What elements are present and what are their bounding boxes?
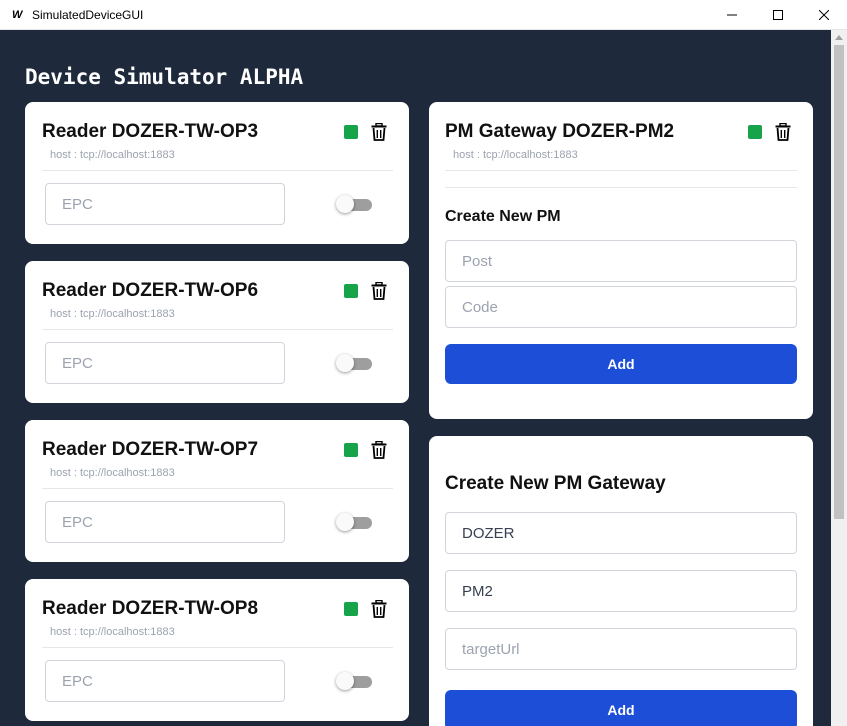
reader-toggle[interactable] bbox=[336, 672, 372, 690]
trash-icon[interactable] bbox=[371, 441, 387, 459]
reader-card: Reader DOZER-TW-OP8 host : tcp://localho… bbox=[25, 579, 409, 721]
reader-card: Reader DOZER-TW-OP6 host : tcp://localho… bbox=[25, 261, 409, 403]
reader-host: host : tcp://localhost:1883 bbox=[50, 149, 175, 161]
scroll-up-icon[interactable] bbox=[835, 35, 843, 40]
close-button[interactable] bbox=[801, 0, 847, 30]
vertical-scrollbar[interactable] bbox=[831, 30, 847, 726]
window-title: SimulatedDeviceGUI bbox=[32, 7, 144, 22]
reader-name: Reader DOZER-TW-OP6 bbox=[42, 280, 259, 301]
divider bbox=[42, 488, 393, 489]
app-logo-icon: W bbox=[12, 8, 23, 21]
close-icon bbox=[819, 10, 829, 20]
add-pm-button[interactable]: Add bbox=[445, 344, 797, 384]
post-input[interactable] bbox=[445, 240, 797, 282]
create-pm-title: Create New PM bbox=[445, 208, 561, 225]
status-indicator bbox=[344, 443, 358, 457]
maximize-button[interactable] bbox=[755, 0, 801, 30]
reader-host: host : tcp://localhost:1883 bbox=[50, 626, 175, 638]
status-indicator bbox=[748, 125, 762, 139]
minimize-icon bbox=[727, 14, 737, 16]
window-controls bbox=[709, 0, 847, 30]
gateway-name-input[interactable] bbox=[445, 570, 797, 612]
app-content: Device Simulator ALPHA Reader DOZER-TW-O… bbox=[0, 30, 831, 726]
reader-name: Reader DOZER-TW-OP8 bbox=[42, 598, 259, 619]
divider bbox=[445, 170, 797, 171]
scrollbar-thumb[interactable] bbox=[834, 45, 844, 519]
add-gateway-button[interactable]: Add bbox=[445, 690, 797, 726]
trash-icon[interactable] bbox=[371, 600, 387, 618]
status-indicator bbox=[344, 125, 358, 139]
create-gateway-card: Create New PM Gateway Add bbox=[429, 436, 813, 726]
reader-toggle[interactable] bbox=[336, 195, 372, 213]
reader-name: Reader DOZER-TW-OP3 bbox=[42, 121, 259, 142]
maximize-icon bbox=[773, 10, 783, 20]
divider bbox=[42, 329, 393, 330]
window-titlebar: W SimulatedDeviceGUI bbox=[0, 0, 847, 30]
reader-card: Reader DOZER-TW-OP7 host : tcp://localho… bbox=[25, 420, 409, 562]
status-indicator bbox=[344, 284, 358, 298]
trash-icon[interactable] bbox=[371, 282, 387, 300]
trash-icon[interactable] bbox=[775, 123, 791, 141]
reader-toggle[interactable] bbox=[336, 354, 372, 372]
reader-host: host : tcp://localhost:1883 bbox=[50, 308, 175, 320]
gateway-prefix-input[interactable] bbox=[445, 512, 797, 554]
divider bbox=[42, 647, 393, 648]
divider bbox=[445, 187, 797, 188]
reader-name: Reader DOZER-TW-OP7 bbox=[42, 439, 259, 460]
epc-input[interactable] bbox=[45, 501, 285, 543]
target-url-input[interactable] bbox=[445, 628, 797, 670]
epc-input[interactable] bbox=[45, 342, 285, 384]
divider bbox=[42, 170, 393, 171]
epc-input[interactable] bbox=[45, 660, 285, 702]
trash-icon[interactable] bbox=[371, 123, 387, 141]
reader-toggle[interactable] bbox=[336, 513, 372, 531]
code-input[interactable] bbox=[445, 286, 797, 328]
status-indicator bbox=[344, 602, 358, 616]
page-title: Device Simulator ALPHA bbox=[25, 65, 304, 89]
reader-card: Reader DOZER-TW-OP3 host : tcp://localho… bbox=[25, 102, 409, 244]
gateway-host: host : tcp://localhost:1883 bbox=[453, 149, 578, 161]
minimize-button[interactable] bbox=[709, 0, 755, 30]
epc-input[interactable] bbox=[45, 183, 285, 225]
pm-gateway-card: PM Gateway DOZER-PM2 host : tcp://localh… bbox=[429, 102, 813, 419]
gateway-name: PM Gateway DOZER-PM2 bbox=[445, 121, 675, 142]
create-gateway-title: Create New PM Gateway bbox=[445, 473, 666, 494]
reader-host: host : tcp://localhost:1883 bbox=[50, 467, 175, 479]
